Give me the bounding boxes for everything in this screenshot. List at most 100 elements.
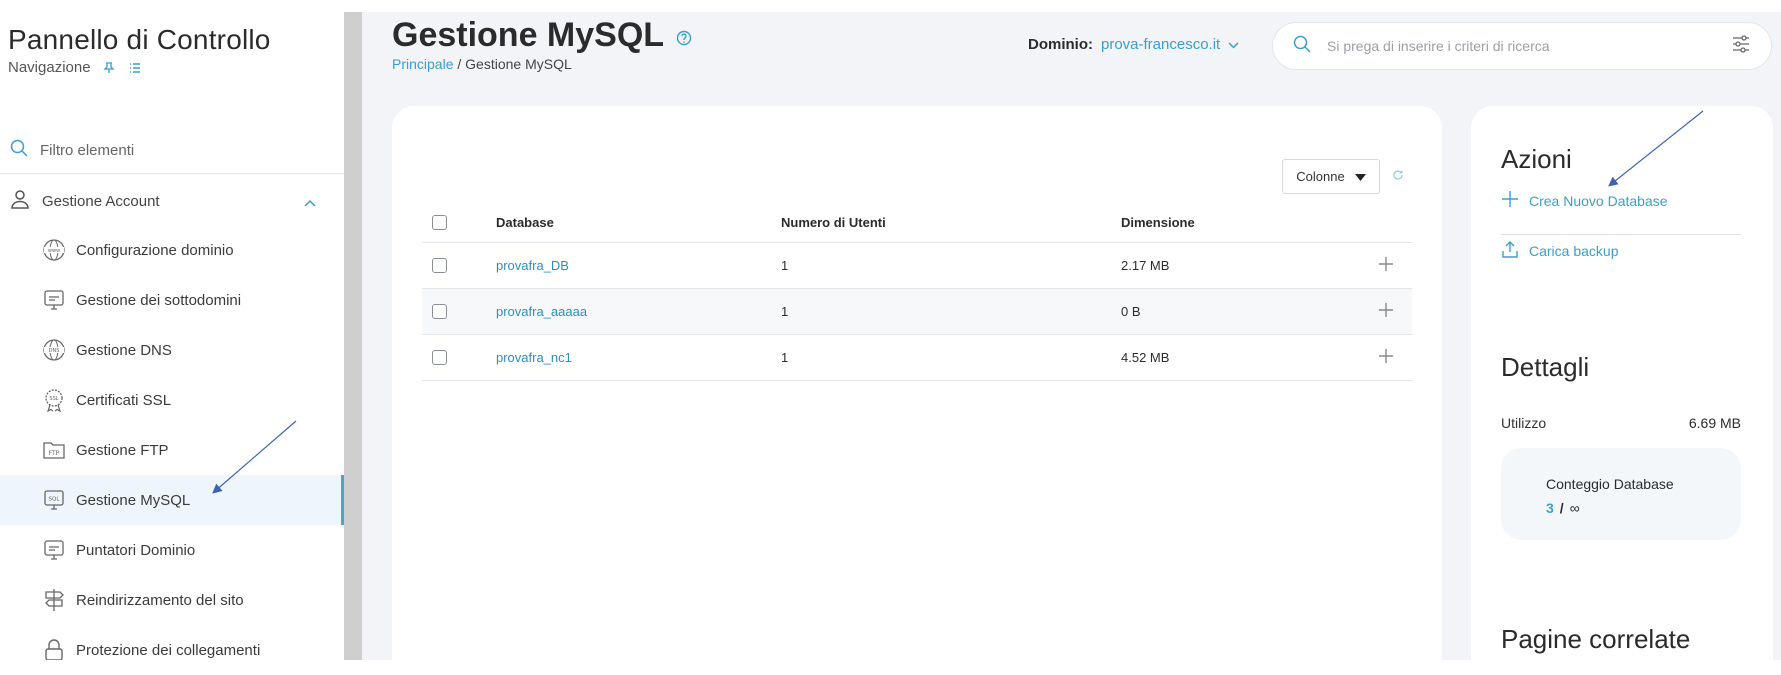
database-count-separator: / [1559,500,1564,516]
sidebar-group-label: Gestione Account [42,192,160,210]
sidebar-item-label: Puntatori Dominio [76,541,196,559]
search-input[interactable] [1327,38,1731,54]
create-database-label: Crea Nuovo Database [1529,192,1668,209]
svg-text:DNS: DNS [49,348,60,354]
pin-icon[interactable] [101,60,117,76]
database-link[interactable]: provafra_DB [496,258,569,273]
database-table-card: Colonne Database Numero di Utenti Dimens… [392,106,1442,660]
ssl-badge-icon: SSL [42,388,66,412]
breadcrumb: Principale / Gestione MySQL [392,56,572,72]
page-title-text: Gestione MySQL [392,16,665,54]
sidebar-item-gestione-sottodomini[interactable]: Gestione dei sottodomini [0,275,344,325]
related-pages-title: Pagine correlate [1501,624,1691,654]
upload-backup-label: Carica backup [1529,242,1619,259]
sidebar-item-protezione-collegamenti[interactable]: Protezione dei collegamenti [0,625,344,660]
plus-icon[interactable] [1378,256,1394,275]
sidebar-item-label: Reindirizzamento del sito [76,591,244,609]
monitor-icon [42,538,66,562]
sidebar-item-gestione-mysql[interactable]: SQL Gestione MySQL [0,475,344,525]
create-database-button[interactable]: Crea Nuovo Database [1501,190,1668,211]
database-size: 0 B [1121,304,1141,319]
filter-input[interactable] [40,142,320,159]
svg-text:SQL: SQL [49,497,61,503]
database-count-max: ∞ [1569,500,1580,516]
page-title: Gestione MySQL [392,16,692,55]
search-icon [10,139,28,162]
dns-globe-icon: DNS [42,338,66,362]
select-all-checkbox[interactable] [432,215,447,230]
help-icon[interactable] [676,16,692,55]
row-checkbox[interactable] [432,350,447,365]
database-link[interactable]: provafra_nc1 [496,350,572,365]
database-count-box: Conteggio Database 3 / ∞ [1501,448,1741,540]
usage-label: Utilizzo [1501,415,1547,431]
sidebar-group-account[interactable]: Gestione Account [0,182,344,220]
table-row: provafra_DB 1 2.17 MB [422,243,1412,289]
breadcrumb-home[interactable]: Principale [392,56,453,72]
sidebar-subtitle: Navigazione [8,59,143,76]
plus-icon[interactable] [1378,348,1394,367]
sidebar-item-puntatori-dominio[interactable]: Puntatori Dominio [0,525,344,575]
sql-monitor-icon: SQL [42,488,66,512]
details-title: Dettagli [1501,352,1590,382]
columns-button[interactable]: Colonne [1282,159,1380,194]
database-link[interactable]: provafra_aaaaa [496,304,587,319]
table-row: provafra_nc1 1 4.52 MB [422,335,1412,381]
ftp-folder-icon: FTP [42,438,66,462]
column-header-size[interactable]: Dimensione [1121,215,1351,230]
users-count: 1 [781,258,789,273]
column-header-database[interactable]: Database [496,215,781,230]
chevron-down-icon[interactable] [1228,36,1239,53]
monitor-icon [42,288,66,312]
columns-button-label: Colonne [1296,169,1345,184]
sidebar-item-configurazione-dominio[interactable]: www Configurazione dominio [0,225,344,275]
sidebar-item-gestione-dns[interactable]: DNS Gestione DNS [0,325,344,375]
sidebar-item-label: Certificati SSL [76,391,172,409]
chevron-up-icon[interactable] [304,194,316,212]
column-header-users[interactable]: Numero di Utenti [781,215,1121,230]
breadcrumb-current: Gestione MySQL [465,56,572,72]
usage-row: Utilizzo 6.69 MB [1501,415,1741,431]
domain-label: Dominio: [1028,36,1093,53]
list-icon[interactable] [127,60,143,76]
sidebar-item-label: Gestione dei sottodomini [76,291,242,309]
search-icon [1293,35,1311,58]
database-count-used: 3 [1546,500,1554,516]
breadcrumb-separator: / [453,56,466,72]
user-icon [10,189,30,214]
domain-selector[interactable]: Dominio: prova-francesco.it [1028,36,1239,53]
www-globe-icon: www [42,238,66,262]
sidebar-item-certificati-ssl[interactable]: SSL Certificati SSL [0,375,344,425]
sidebar-item-label: Gestione MySQL [76,491,191,509]
database-size: 4.52 MB [1121,350,1170,365]
sidebar-item-reindirizzamento[interactable]: Reindirizzamento del sito [0,575,344,625]
sidebar-title: Pannello di Controllo [8,24,271,55]
plus-icon [1501,190,1519,211]
main-content: Gestione MySQL Principale / Gestione MyS… [362,12,1781,660]
upload-icon [1501,240,1519,261]
row-checkbox[interactable] [432,304,447,319]
upload-backup-button[interactable]: Carica backup [1501,240,1619,261]
refresh-icon[interactable] [1392,168,1404,186]
plus-icon[interactable] [1378,302,1394,321]
table-header-row: Database Numero di Utenti Dimensione [422,203,1412,243]
sidebar-item-label: Gestione DNS [76,341,172,359]
database-size: 2.17 MB [1121,258,1170,273]
navigation-label: Navigazione [8,59,91,76]
database-count-label: Conteggio Database [1546,476,1674,492]
filter-sliders-icon[interactable] [1731,34,1751,59]
sidebar-item-gestione-ftp[interactable]: FTP Gestione FTP [0,425,344,475]
row-checkbox[interactable] [432,258,447,273]
database-count-value: 3 / ∞ [1546,500,1741,516]
svg-text:www: www [48,248,60,254]
sidebar-filter [0,128,344,174]
database-table: Database Numero di Utenti Dimensione pro… [422,203,1412,381]
sidebar-items: www Configurazione dominio Gestione dei … [0,225,344,660]
caret-down-icon [1354,169,1366,184]
sidebar-scrollbar[interactable] [344,12,362,660]
global-search [1272,22,1772,70]
domain-value[interactable]: prova-francesco.it [1101,36,1220,53]
signpost-icon [42,588,66,612]
sidebar-item-label: Protezione dei collegamenti [76,641,261,659]
svg-text:SSL: SSL [49,396,58,402]
